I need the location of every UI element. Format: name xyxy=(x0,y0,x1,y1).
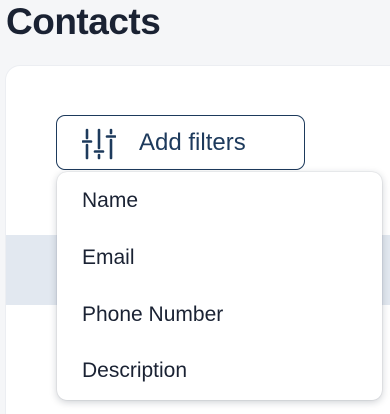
filter-dropdown-menu: Name Email Phone Number Description xyxy=(57,172,382,400)
add-filters-button[interactable]: Add filters xyxy=(56,115,305,170)
sliders-icon xyxy=(82,128,116,160)
filter-option-description[interactable]: Description xyxy=(82,358,187,384)
filter-option-phone-number[interactable]: Phone Number xyxy=(82,302,223,328)
filter-option-name[interactable]: Name xyxy=(82,188,138,214)
add-filters-label: Add filters xyxy=(139,129,246,156)
page-title: Contacts xyxy=(6,1,161,42)
filter-option-email[interactable]: Email xyxy=(82,245,135,271)
contacts-page: Contacts Add filters Name Email Phone Nu… xyxy=(0,0,390,414)
